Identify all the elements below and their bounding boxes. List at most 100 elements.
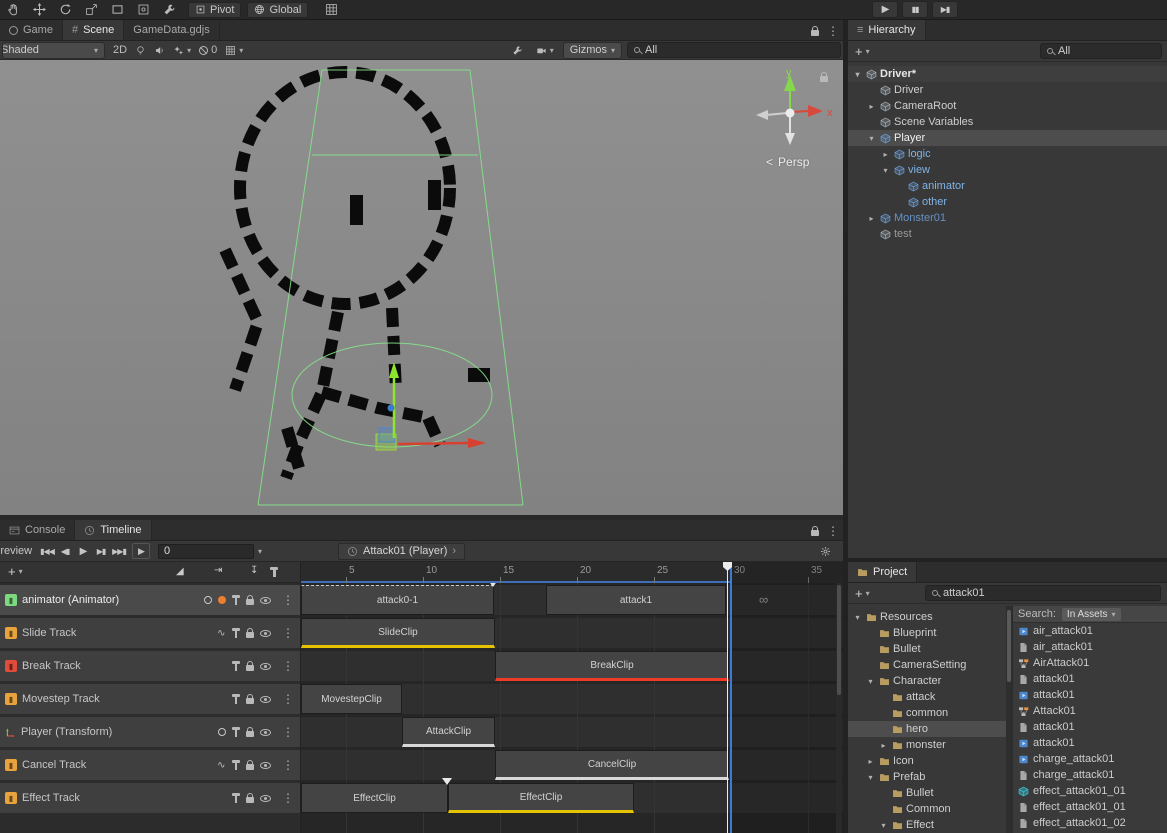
curves-view-icon[interactable]: ◢ xyxy=(176,566,184,577)
expand-arrow-icon[interactable]: ▾ xyxy=(866,134,877,143)
clip-attack1[interactable]: attack1 xyxy=(546,585,726,615)
track-menu-icon[interactable]: ⋮ xyxy=(282,593,294,607)
curves-toggle-icon[interactable]: ∿ xyxy=(217,760,225,771)
expand-arrow-icon[interactable]: ▾ xyxy=(865,773,876,782)
move-tool-button[interactable] xyxy=(26,1,52,19)
asset-result-attack01[interactable]: attack01 xyxy=(1013,719,1167,735)
lighting-toggle[interactable] xyxy=(131,42,150,59)
lock-icon[interactable] xyxy=(246,797,254,803)
expand-arrow-icon[interactable]: ▸ xyxy=(865,757,876,766)
scene-tools-button[interactable] xyxy=(508,42,527,59)
record-toggle-icon[interactable] xyxy=(204,596,212,604)
timeline-clip-lanes[interactable]: attack0-1attack1SlideClipBreakClipMovest… xyxy=(300,583,843,833)
asset-result-air-attack01[interactable]: air_attack01 xyxy=(1013,639,1167,655)
global-toggle[interactable]: Global xyxy=(247,2,308,18)
pin-icon[interactable] xyxy=(235,629,238,638)
pin-icon[interactable] xyxy=(235,695,238,704)
track-head-slide-track[interactable]: ▮Slide Track∿⋮ xyxy=(0,618,300,648)
record-toggle-icon[interactable] xyxy=(218,728,226,736)
expand-arrow-icon[interactable]: ▾ xyxy=(852,613,863,622)
play-range-button[interactable]: ▶ xyxy=(132,543,150,559)
lock-icon[interactable] xyxy=(246,764,254,770)
expand-arrow-icon[interactable]: ▾ xyxy=(852,70,863,79)
clip-cancelclip[interactable]: CancelClip xyxy=(495,750,729,780)
mute-eye-icon[interactable] xyxy=(260,663,271,670)
timeline-settings-button[interactable] xyxy=(816,543,835,560)
expand-arrow-icon[interactable]: ▸ xyxy=(866,214,877,223)
track-head-player-transform[interactable]: Player (Transform)⋮ xyxy=(0,717,300,747)
play-button[interactable]: ▶ xyxy=(872,1,898,18)
gizmos-dropdown[interactable]: Gizmos▾ xyxy=(563,42,622,59)
2d-toggle[interactable]: 2D xyxy=(109,42,131,59)
gizmo-lock-icon[interactable] xyxy=(820,76,828,82)
create-object-button[interactable]: +▾ xyxy=(852,44,873,59)
frame-field[interactable]: 0 xyxy=(158,544,254,559)
tab-gamedata[interactable]: GameData.gdjs xyxy=(124,20,219,40)
search-scope-dropdown[interactable]: In Assets▾ xyxy=(1062,608,1121,621)
audio-toggle[interactable] xyxy=(150,42,169,59)
frame-dropdown-icon[interactable]: ▾ xyxy=(258,547,262,556)
mute-eye-icon[interactable] xyxy=(260,597,271,604)
lock-icon[interactable] xyxy=(811,530,819,536)
mute-eye-icon[interactable] xyxy=(260,795,271,802)
track-menu-icon[interactable]: ⋮ xyxy=(282,791,294,805)
goto-start-button[interactable]: ▮◀◀ xyxy=(38,543,56,559)
clip-effectclip[interactable]: EffectClip xyxy=(301,783,448,813)
lock-icon[interactable] xyxy=(811,30,819,36)
asset-result-effect-attack01-01[interactable]: effect_attack01_01 xyxy=(1013,783,1167,799)
scrollbar-thumb[interactable] xyxy=(1007,610,1011,682)
pin-icon[interactable] xyxy=(235,662,238,671)
pivot-toggle[interactable]: Pivot xyxy=(188,2,241,18)
next-frame-button[interactable]: ▶▮ xyxy=(92,543,110,559)
tab-console[interactable]: Console xyxy=(0,520,75,540)
hierarchy-item-monster01[interactable]: ▸Monster01 xyxy=(848,210,1167,226)
project-folder-resources[interactable]: ▾Resources xyxy=(848,609,1006,625)
create-asset-button[interactable]: +▾ xyxy=(852,586,873,601)
pin-icon[interactable] xyxy=(235,761,238,770)
marker-pin-icon[interactable] xyxy=(273,568,276,577)
expand-arrow-icon[interactable]: ▾ xyxy=(865,677,876,686)
timeline-breadcrumb[interactable]: Attack01 (Player) › xyxy=(338,543,465,560)
hierarchy-search-input[interactable]: All xyxy=(1040,43,1162,59)
track-head-movestep-track[interactable]: ▮Movestep Track⋮ xyxy=(0,684,300,714)
mute-eye-icon[interactable] xyxy=(260,696,271,703)
track-head-cancel-track[interactable]: ▮Cancel Track∿⋮ xyxy=(0,750,300,780)
hierarchy-item-cameraroot[interactable]: ▸CameraRoot xyxy=(848,98,1167,114)
mute-eye-icon[interactable] xyxy=(260,762,271,769)
project-folder-character[interactable]: ▾Character xyxy=(848,673,1006,689)
hand-tool-button[interactable] xyxy=(0,1,26,19)
pause-button[interactable]: ▮▮ xyxy=(902,1,928,18)
hierarchy-item-scene-variables[interactable]: Scene Variables xyxy=(848,114,1167,130)
project-folder-attack[interactable]: attack xyxy=(848,689,1006,705)
clip-attackclip[interactable]: AttackClip xyxy=(402,717,495,747)
pin-icon[interactable] xyxy=(235,794,238,803)
lock-icon[interactable] xyxy=(246,698,254,704)
project-folder-bullet[interactable]: Bullet xyxy=(848,785,1006,801)
tab-game[interactable]: Game xyxy=(0,20,63,40)
mute-eye-icon[interactable] xyxy=(260,630,271,637)
expand-arrow-icon[interactable]: ▸ xyxy=(880,150,891,159)
asset-result-charge-attack01[interactable]: charge_attack01 xyxy=(1013,751,1167,767)
lock-icon[interactable] xyxy=(246,599,254,605)
tab-timeline[interactable]: Timeline xyxy=(75,520,151,540)
infinite-clip-icon[interactable]: ∞ xyxy=(759,592,768,607)
add-track-button[interactable]: +▾ xyxy=(5,564,26,579)
track-head-break-track[interactable]: ▮Break Track⋮ xyxy=(0,651,300,681)
asset-result-attack01[interactable]: attack01 xyxy=(1013,671,1167,687)
hierarchy-item-player[interactable]: ▾Player xyxy=(848,130,1167,146)
effects-dropdown[interactable]: ▾ xyxy=(169,42,195,59)
expand-arrow-icon[interactable]: ▸ xyxy=(878,741,889,750)
custom-tool-button[interactable] xyxy=(156,1,182,19)
rect-tool-button[interactable] xyxy=(104,1,130,19)
hierarchy-item-test[interactable]: test xyxy=(848,226,1167,242)
asset-result-charge-attack01[interactable]: charge_attack01 xyxy=(1013,767,1167,783)
scrollbar-thumb[interactable] xyxy=(837,585,841,695)
clip-boundary-marker[interactable] xyxy=(488,583,498,587)
snap-grid-button[interactable] xyxy=(318,1,344,19)
grid-visibility-dropdown[interactable]: ▾ xyxy=(221,42,247,59)
step-button[interactable]: ▶▮ xyxy=(932,1,958,18)
track-menu-icon[interactable]: ⋮ xyxy=(282,626,294,640)
project-search-input[interactable]: attack01 xyxy=(925,585,1161,601)
track-head-effect-track[interactable]: ▮Effect Track⋮ xyxy=(0,783,300,813)
project-folder-effect[interactable]: ▾Effect xyxy=(848,817,1006,833)
